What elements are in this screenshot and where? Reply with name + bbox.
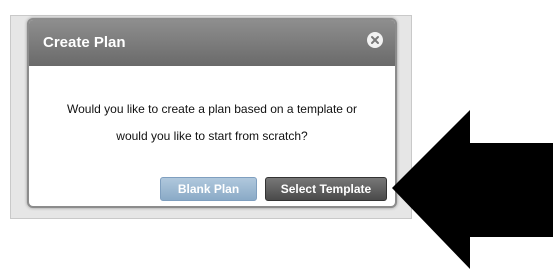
- dialog-message: Would you like to create a plan based on…: [29, 96, 395, 150]
- dialog-title: Create Plan: [43, 34, 126, 51]
- blank-plan-button[interactable]: Blank Plan: [160, 177, 257, 201]
- close-icon[interactable]: [367, 32, 383, 48]
- select-template-button[interactable]: Select Template: [265, 177, 387, 201]
- dialog-titlebar: Create Plan: [29, 20, 395, 66]
- message-line-1: Would you like to create a plan based on…: [67, 102, 357, 116]
- create-plan-dialog: Create Plan Would you like to create a p…: [27, 18, 397, 208]
- message-line-2: would you like to start from scratch?: [116, 129, 308, 143]
